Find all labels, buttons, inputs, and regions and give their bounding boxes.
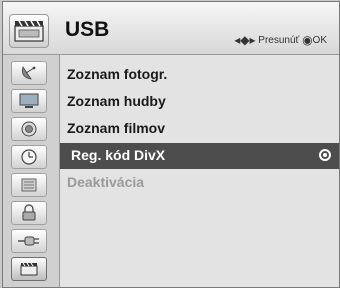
move-arrows-icon: ◂◆▸ [234, 33, 256, 47]
clapperboard-icon [20, 262, 38, 276]
menu-frame: USB ◂◆▸ Presunúť ◉OK Zoznam fotogr. Zozn… [2, 1, 340, 288]
header-bar: USB ◂◆▸ Presunúť ◉OK [3, 2, 339, 55]
tv-screen-icon [19, 93, 39, 108]
osd-menu: USB ◂◆▸ Presunúť ◉OK Zoznam fotogr. Zozn… [0, 0, 340, 288]
menu-item-label: Zoznam hudby [67, 93, 166, 109]
clock-icon [21, 149, 37, 165]
sidebar-item-time[interactable] [11, 145, 47, 169]
navigation-hint: ◂◆▸ Presunúť ◉OK [234, 33, 327, 47]
page-title: USB [65, 18, 110, 41]
sidebar-item-audio[interactable] [11, 117, 47, 141]
hint-ok-label: OK [312, 35, 327, 46]
menu-item-movie-list[interactable]: Zoznam filmov [60, 116, 339, 142]
sidebar-item-input[interactable] [11, 229, 47, 253]
menu-item-photo-list[interactable]: Zoznam fotogr. [60, 62, 339, 88]
category-sidebar [3, 55, 60, 287]
menu-item-label: Zoznam filmov [67, 120, 166, 136]
menu-item-label: Zoznam fotogr. [67, 66, 168, 82]
menu-item-music-list[interactable]: Zoznam hudby [60, 89, 339, 115]
sidebar-item-usb[interactable] [11, 257, 47, 281]
menu-item-label: Reg. kód DivX [71, 147, 166, 163]
sidebar-item-picture[interactable] [11, 89, 47, 113]
menu-item-deactivation: Deaktivácia [60, 170, 339, 196]
speaker-icon [21, 121, 37, 137]
options-icon [21, 178, 37, 192]
input-plug-icon [18, 236, 39, 246]
radio-selected-icon [319, 149, 331, 161]
ok-button-icon: ◉ [302, 33, 313, 47]
sidebar-item-options[interactable] [11, 173, 47, 197]
lock-icon [22, 204, 36, 221]
sidebar-item-channels[interactable] [11, 61, 47, 85]
clapperboard-icon [9, 14, 49, 48]
sidebar-item-lock[interactable] [11, 201, 47, 225]
menu-item-label: Deaktivácia [67, 174, 145, 190]
menu-item-divx-reg-code[interactable]: Reg. kód DivX [60, 143, 339, 169]
satellite-dish-icon [21, 66, 36, 80]
usb-menu-list: Zoznam fotogr. Zoznam hudby Zoznam filmo… [60, 55, 339, 287]
hint-move-label: Presunúť [258, 35, 300, 46]
